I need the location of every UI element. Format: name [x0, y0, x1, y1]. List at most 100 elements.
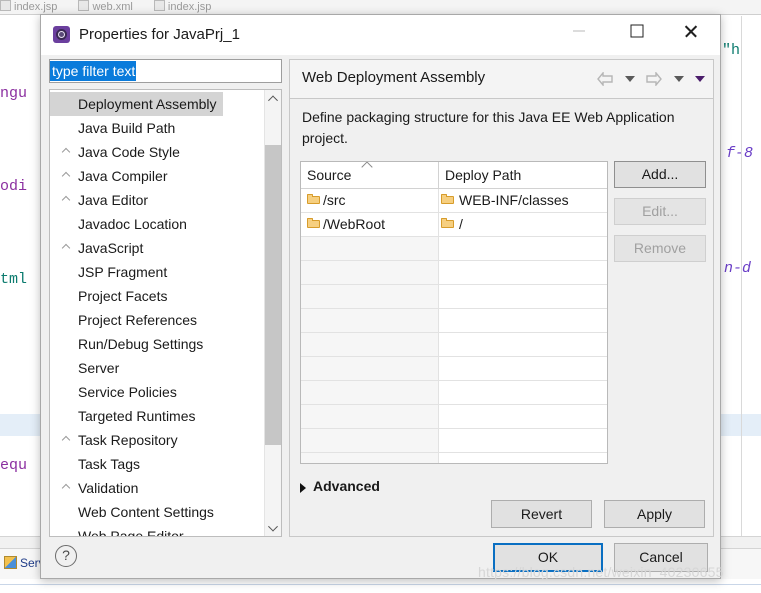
cell-deploy-path — [439, 381, 607, 404]
editor-tab-label: index.jsp — [167, 1, 212, 13]
folder-icon — [307, 218, 320, 228]
table-row-empty[interactable] — [301, 357, 607, 381]
tree-item-web-content-settings[interactable]: Web Content Settings — [50, 500, 263, 524]
tree-item-label: Deployment Assembly — [78, 96, 217, 112]
tree-item-java-editor[interactable]: Java Editor — [50, 188, 263, 212]
filter-input[interactable]: type filter text — [49, 59, 282, 83]
file-icon — [78, 0, 90, 11]
editor-tab-bar: index.jsp web.xml index.jsp — [0, 0, 761, 15]
close-icon[interactable] — [668, 15, 714, 47]
table-row-empty[interactable] — [301, 429, 607, 453]
folder-icon — [307, 194, 320, 204]
table-row[interactable]: /WebRoot / — [301, 213, 607, 237]
tree-item-task-tags[interactable]: Task Tags — [50, 452, 263, 476]
table-row-empty[interactable] — [301, 381, 607, 405]
cell-source — [301, 429, 439, 452]
file-icon — [153, 0, 165, 11]
tree-scrollbar[interactable] — [264, 90, 281, 536]
tree-item-java-compiler[interactable]: Java Compiler — [50, 164, 263, 188]
cell-deploy-path — [439, 237, 607, 260]
cell-source — [301, 309, 439, 332]
tree-item-selected-wrapper: Deployment Assembly — [50, 92, 263, 116]
chevron-right-icon[interactable] — [61, 171, 71, 181]
tree-item-validation[interactable]: Validation — [50, 476, 263, 500]
edit-button: Edit... — [614, 198, 706, 225]
tree-item-javadoc-location[interactable]: Javadoc Location — [50, 212, 263, 236]
tree-item-javascript[interactable]: JavaScript — [50, 236, 263, 260]
chevron-right-icon[interactable] — [61, 147, 71, 157]
tree-item-task-repository[interactable]: Task Repository — [50, 428, 263, 452]
tree-item-server[interactable]: Server — [50, 356, 263, 380]
column-header-source[interactable]: Source — [301, 162, 439, 188]
forward-arrow-icon[interactable] — [646, 71, 663, 86]
table-row-empty[interactable] — [301, 333, 607, 357]
tree-item-service-policies[interactable]: Service Policies — [50, 380, 263, 404]
maximize-icon[interactable] — [614, 15, 660, 47]
forward-dropdown-caret-icon[interactable] — [673, 75, 684, 82]
add-button[interactable]: Add... — [614, 161, 706, 188]
folder-icon — [441, 218, 454, 228]
chevron-right-icon[interactable] — [61, 435, 71, 445]
editor-tab[interactable]: web.xml — [78, 0, 133, 14]
cancel-button[interactable]: Cancel — [614, 543, 708, 572]
tree-item-label: Service Policies — [78, 384, 177, 400]
ok-button[interactable]: OK — [493, 543, 603, 572]
tree-item-label: Targeted Runtimes — [78, 408, 196, 424]
settings-tree[interactable]: Deployment Assembly Java Build Path Java C… — [49, 89, 282, 537]
menu-caret-icon[interactable] — [695, 75, 705, 82]
advanced-expander[interactable]: Advanced — [300, 478, 380, 494]
tree-item-targeted-runtimes[interactable]: Targeted Runtimes — [50, 404, 263, 428]
tree-item-project-references[interactable]: Project References — [50, 308, 263, 332]
cell-source: /WebRoot — [301, 213, 439, 236]
tree-item-label: Project Facets — [78, 288, 168, 304]
chevron-right-icon[interactable] — [61, 243, 71, 253]
tree-item-deployment-assembly[interactable]: Deployment Assembly — [50, 92, 223, 116]
apply-button[interactable]: Apply — [604, 500, 705, 528]
code-fragment-right: "h — [722, 42, 741, 59]
tree-item-run-debug-settings[interactable]: Run/Debug Settings — [50, 332, 263, 356]
table-row-empty[interactable] — [301, 453, 607, 463]
dialog-title-bar[interactable]: Properties for JavaPrj_1 — [41, 15, 720, 55]
cell-source — [301, 333, 439, 356]
tree-item-label: Validation — [78, 480, 139, 496]
sort-ascending-icon — [361, 162, 373, 173]
tree-item-web-page-editor[interactable]: Web Page Editor — [50, 524, 263, 536]
tree-item-jsp-fragment[interactable]: JSP Fragment — [50, 260, 263, 284]
deployment-assembly-table[interactable]: Source Deploy Path /src WEB-INF/classes/W… — [300, 161, 608, 464]
table-row-empty[interactable] — [301, 285, 607, 309]
code-fragment-right: n-d — [724, 260, 752, 277]
minimize-icon[interactable] — [556, 15, 602, 47]
chevron-right-icon[interactable] — [61, 195, 71, 205]
editor-tab[interactable]: index.jsp — [153, 0, 212, 14]
table-row-empty[interactable] — [301, 261, 607, 285]
help-icon[interactable]: ? — [55, 545, 77, 567]
scrollbar-thumb[interactable] — [265, 145, 281, 445]
tree-item-java-code-style[interactable]: Java Code Style — [50, 140, 263, 164]
back-arrow-icon[interactable] — [597, 71, 613, 86]
chevron-right-icon[interactable] — [61, 483, 71, 493]
cell-source — [301, 381, 439, 404]
cell-deploy-path — [439, 333, 607, 356]
revert-button[interactable]: Revert — [491, 500, 592, 528]
server-icon — [4, 556, 17, 569]
column-header-deploy-path[interactable]: Deploy Path — [439, 162, 607, 188]
cell-source — [301, 237, 439, 260]
pane-header: Web Deployment Assembly — [290, 60, 713, 99]
view-tab-servers[interactable]: Serv — [4, 556, 45, 570]
scroll-down-icon[interactable] — [265, 519, 281, 536]
filter-input-value: type filter text — [50, 61, 137, 81]
table-row-empty[interactable] — [301, 405, 607, 429]
table-row-empty[interactable] — [301, 309, 607, 333]
tree-item-project-facets[interactable]: Project Facets — [50, 284, 263, 308]
cell-deploy-path — [439, 309, 607, 332]
back-dropdown-caret-icon[interactable] — [624, 75, 635, 82]
table-row-empty[interactable] — [301, 237, 607, 261]
editor-tab[interactable]: index.jsp — [0, 0, 57, 14]
scroll-up-icon[interactable] — [265, 90, 281, 107]
file-icon — [0, 0, 11, 11]
tree-item-java-build-path[interactable]: Java Build Path — [50, 116, 263, 140]
cell-deploy-path — [439, 405, 607, 428]
table-row[interactable]: /src WEB-INF/classes — [301, 189, 607, 213]
editor-bottom-strip — [0, 584, 761, 593]
settings-tree-list: Deployment Assembly Java Build Path Java C… — [50, 92, 263, 536]
